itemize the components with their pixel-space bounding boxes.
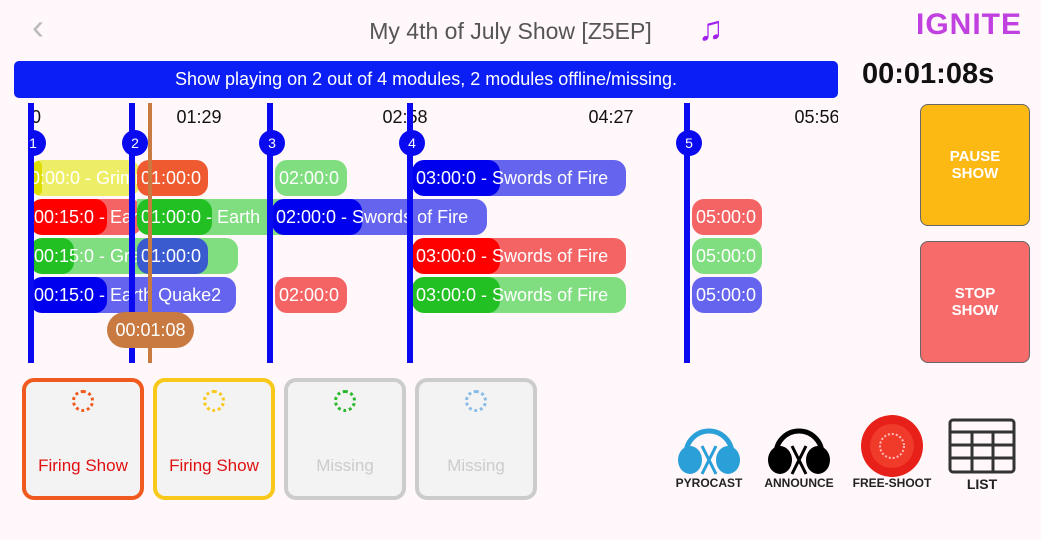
cue-item[interactable]: 00:00:0 - Grimm: [30, 160, 140, 196]
tool-label: FREE-SHOOT: [852, 476, 932, 490]
cue-item[interactable]: 02:00:0 - Swords of Fire: [272, 199, 487, 235]
cue-item[interactable]: 03:00:0 - Swords of Fire: [412, 238, 626, 274]
firework-icon: [334, 390, 356, 412]
module-status: Firing Show: [38, 456, 128, 475]
module-card[interactable]: Firing Show: [22, 378, 144, 500]
tool-label: ANNOUNCE: [764, 476, 834, 490]
headphones-icon: [757, 416, 841, 476]
cue-marker[interactable]: 4: [399, 130, 425, 156]
cue-item[interactable]: 03:00:0 - Swords of Fire: [412, 160, 626, 196]
list-button[interactable]: LIST: [940, 416, 1024, 492]
time-tick: 05:56: [794, 107, 838, 127]
firework-icon: [203, 390, 225, 412]
show-title: My 4th of July Show [Z5EP]: [369, 18, 652, 44]
module-status: Missing: [316, 456, 374, 475]
music-note-icon[interactable]: ♫: [698, 10, 724, 49]
cue-item[interactable]: 02:00:0: [275, 277, 347, 313]
time-tick: 02:58: [382, 107, 428, 127]
cue-item[interactable]: 05:00:0: [692, 199, 762, 235]
time-tick: 04:27: [588, 107, 634, 127]
announce-button[interactable]: ANNOUNCE: [757, 416, 841, 490]
free-shoot-button[interactable]: FREE-SHOOT: [850, 415, 934, 490]
cue-marker[interactable]: 3: [259, 130, 285, 156]
firework-icon: [72, 390, 94, 412]
module-card[interactable]: Firing Show: [153, 378, 275, 500]
status-banner: Show playing on 2 out of 4 modules, 2 mo…: [14, 61, 838, 98]
time-tick: 01:29: [176, 107, 222, 127]
stop-show-button[interactable]: STOP SHOW: [920, 241, 1030, 363]
firework-icon: [465, 390, 487, 412]
cue-item[interactable]: 02:00:0: [275, 160, 347, 196]
cue-item[interactable]: 05:00:0: [692, 238, 762, 274]
module-card[interactable]: Missing: [284, 378, 406, 500]
pyrocast-button[interactable]: PYROCAST: [667, 416, 751, 490]
table-grid-icon: [940, 416, 1024, 476]
cue-item[interactable]: 05:00:0: [692, 277, 762, 313]
module-status: Missing: [447, 456, 505, 475]
show-timeline[interactable]: 0 01:29 02:58 04:27 05:56 00:00:0 - Grim…: [28, 100, 838, 365]
cue-item[interactable]: 00:15:0 - Earth: [30, 199, 142, 235]
cue-marker[interactable]: 5: [676, 130, 702, 156]
tool-label: LIST: [966, 476, 998, 492]
module-status: Firing Show: [169, 456, 259, 475]
cue-marker[interactable]: 1: [28, 130, 46, 156]
ignite-logo: IGNITE: [916, 8, 1023, 41]
headphones-icon: [667, 416, 751, 476]
playhead-time: 00:01:08: [107, 312, 194, 348]
tool-label: PYROCAST: [675, 476, 743, 490]
module-card[interactable]: Missing: [415, 378, 537, 500]
pause-show-button[interactable]: PAUSE SHOW: [920, 104, 1030, 226]
cue-marker[interactable]: 2: [122, 130, 148, 156]
show-clock: 00:01:08s: [862, 58, 995, 90]
red-fire-button-icon: [850, 415, 934, 477]
cue-item[interactable]: 03:00:0 - Swords of Fire: [412, 277, 626, 313]
